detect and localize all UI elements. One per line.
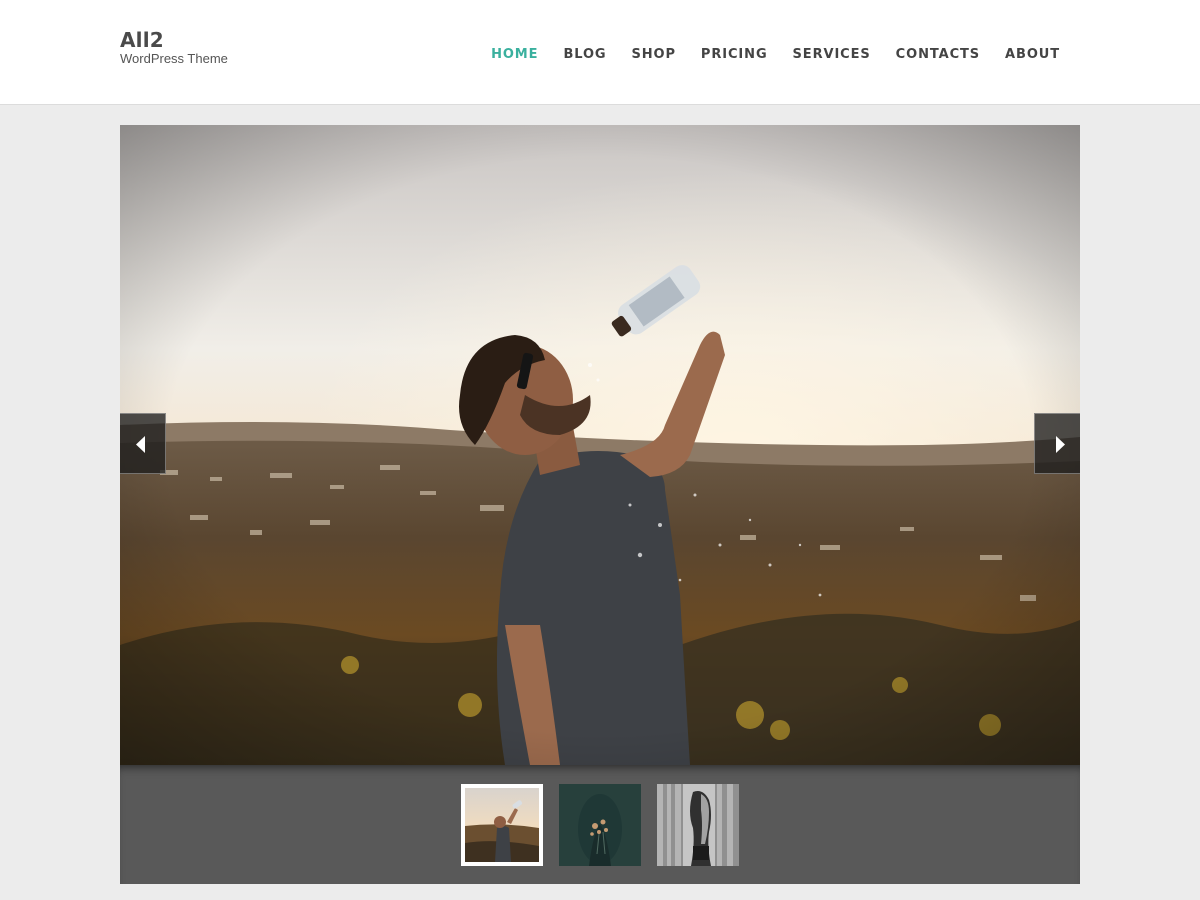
thumbnail-slide-1[interactable]	[461, 784, 543, 866]
nav-pricing[interactable]: PRICING	[701, 47, 768, 63]
nav-about[interactable]: ABOUT	[1005, 47, 1060, 63]
thumbnail-slide-3[interactable]	[657, 784, 739, 866]
nav-contacts[interactable]: CONTACTS	[896, 47, 980, 63]
site-title[interactable]: All2	[120, 28, 228, 52]
main-navigation: HOME BLOG SHOP PRICING SERVICES CONTACTS…	[466, 47, 1060, 63]
nav-blog[interactable]: BLOG	[563, 47, 606, 63]
site-tagline: WordPress Theme	[120, 51, 228, 66]
thumbnail-slide-2[interactable]	[559, 784, 641, 866]
image-slider	[120, 125, 1080, 884]
thumbnail-strip	[120, 765, 1080, 884]
chevron-left-icon	[136, 436, 145, 453]
nav-home[interactable]: HOME	[491, 47, 538, 63]
slider-next-button[interactable]	[1034, 413, 1080, 474]
slide-image-man-drinking-water	[120, 125, 1080, 765]
nav-shop[interactable]: SHOP	[632, 47, 676, 63]
slider-prev-button[interactable]	[120, 413, 166, 474]
site-header: All2 WordPress Theme HOME BLOG SHOP PRIC…	[0, 0, 1200, 105]
chevron-right-icon	[1056, 436, 1065, 453]
site-branding: All2 WordPress Theme	[120, 28, 228, 66]
nav-services[interactable]: SERVICES	[793, 47, 871, 63]
